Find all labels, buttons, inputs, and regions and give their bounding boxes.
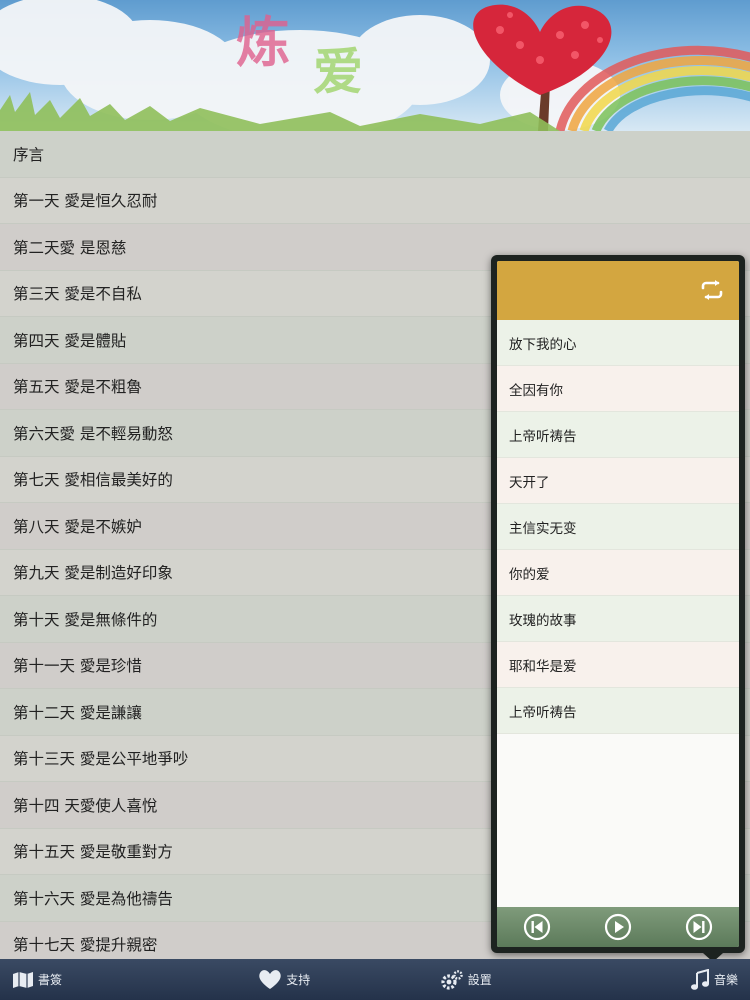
repeat-icon[interactable] — [699, 279, 725, 301]
next-track-icon[interactable] — [685, 913, 713, 941]
song-item[interactable]: 放下我的心 — [497, 320, 739, 366]
tab-bar: 書簽 支持 設置 音樂 — [0, 959, 750, 1000]
tab-music-label: 音樂 — [713, 973, 738, 987]
song-item[interactable]: 天开了 — [497, 458, 739, 504]
banner-title-char-1: 炼 — [236, 10, 290, 74]
tab-settings[interactable]: 設置 — [375, 959, 557, 1000]
tab-support[interactable]: 支持 — [194, 959, 376, 1000]
music-panel-header — [497, 261, 739, 320]
tab-bookmarks[interactable]: 書簽 — [0, 959, 194, 1000]
song-item[interactable]: 耶和华是爱 — [497, 642, 739, 688]
song-list: 放下我的心 全因有你 上帝听祷告 天开了 主信实无变 你的爱 玫瑰的故事 耶和华… — [497, 320, 739, 734]
music-panel-content: 放下我的心 全因有你 上帝听祷告 天开了 主信实无变 你的爱 玫瑰的故事 耶和华… — [497, 261, 739, 947]
song-item[interactable]: 上帝听祷告 — [497, 412, 739, 458]
previous-track-icon[interactable] — [523, 913, 551, 941]
banner-illustration — [0, 0, 750, 131]
header-banner: 炼 爱 — [0, 0, 750, 131]
song-item[interactable]: 主信实无变 — [497, 504, 739, 550]
song-item[interactable]: 你的爱 — [497, 550, 739, 596]
tab-music[interactable]: 音樂 — [557, 959, 750, 1000]
gear-icon — [441, 969, 463, 990]
tab-settings-label: 設置 — [467, 973, 492, 987]
chapter-item[interactable]: 序言 — [0, 131, 750, 178]
play-icon[interactable] — [604, 913, 632, 941]
playback-controls — [497, 907, 739, 947]
song-item[interactable]: 玫瑰的故事 — [497, 596, 739, 642]
music-popover: 放下我的心 全因有你 上帝听祷告 天开了 主信实无变 你的爱 玫瑰的故事 耶和华… — [491, 255, 745, 953]
tab-support-label: 支持 — [286, 973, 311, 987]
song-item[interactable]: 上帝听祷告 — [497, 688, 739, 734]
banner-title-char-2: 爱 — [313, 42, 363, 101]
heart-icon — [259, 970, 281, 989]
music-note-icon — [690, 968, 709, 990]
chapter-item[interactable]: 第一天 愛是恒久忍耐 — [0, 177, 750, 224]
song-item[interactable]: 全因有你 — [497, 366, 739, 412]
tab-bookmarks-label: 書簽 — [38, 973, 63, 987]
map-icon — [13, 971, 33, 988]
